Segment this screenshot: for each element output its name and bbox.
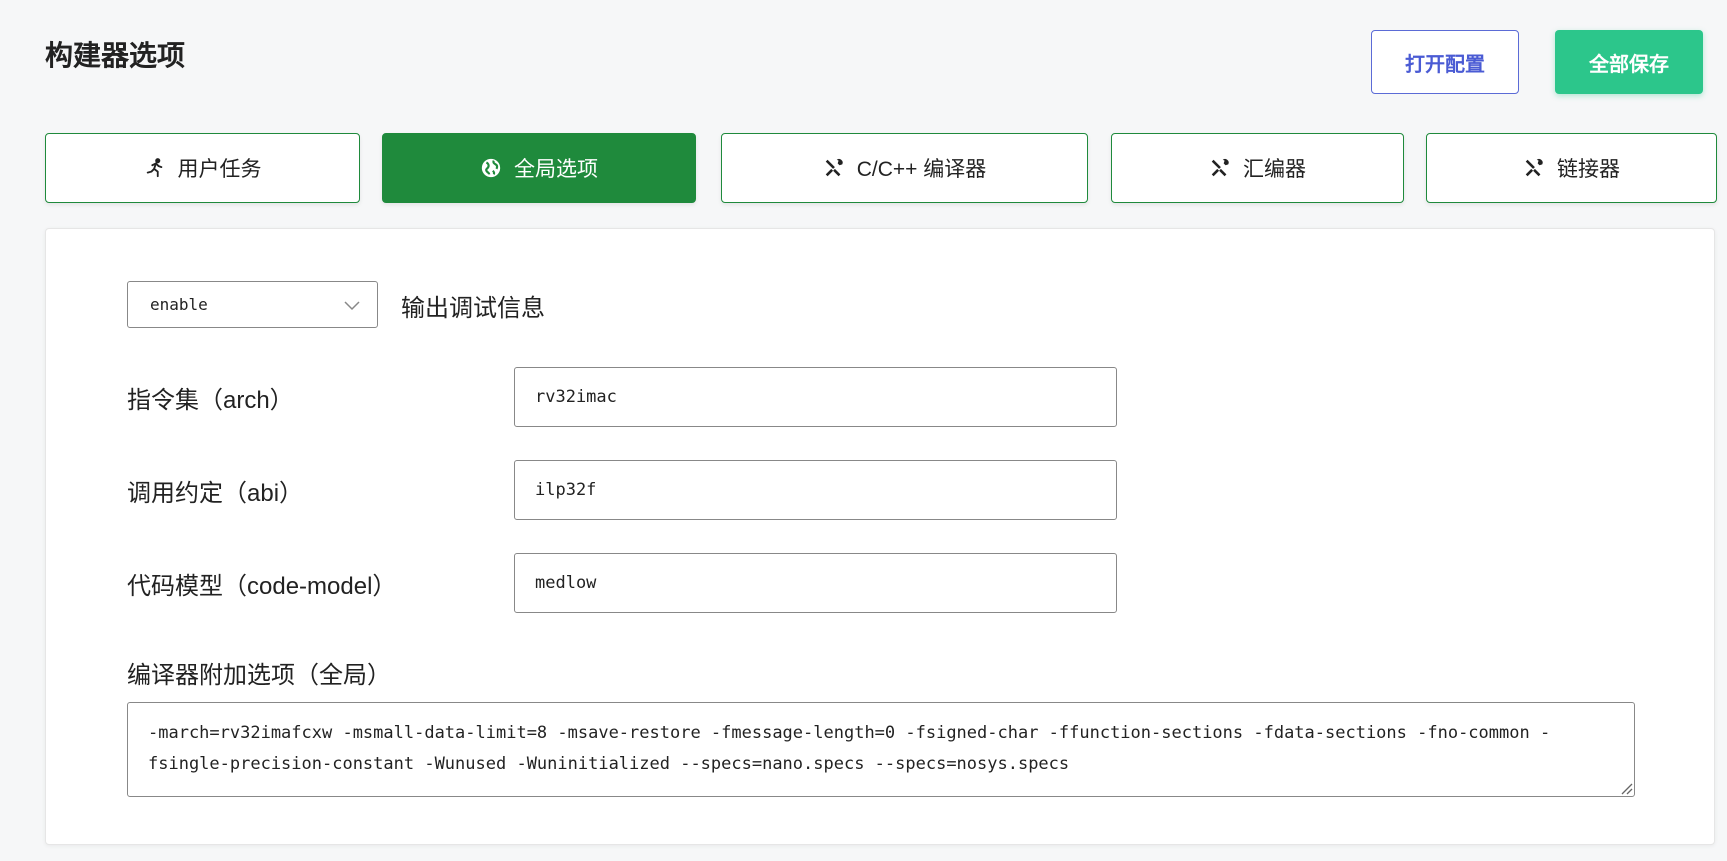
- tab-global-options[interactable]: 全局选项: [382, 133, 696, 203]
- tab-label: 用户任务: [177, 158, 262, 181]
- debug-info-select[interactable]: enable: [127, 281, 378, 328]
- tab-user-task[interactable]: 用户任务: [45, 133, 360, 203]
- resize-handle-icon[interactable]: [1619, 781, 1633, 795]
- chevron-down-icon: [344, 301, 360, 311]
- tools-icon: [1209, 157, 1231, 179]
- arch-input[interactable]: [514, 367, 1117, 427]
- page-title: 构建器选项: [45, 40, 186, 71]
- abi-label: 调用约定（abi）: [127, 480, 304, 507]
- tab-label: 链接器: [1557, 158, 1620, 181]
- tab-label: 全局选项: [514, 158, 598, 181]
- save-all-button[interactable]: 全部保存: [1555, 30, 1703, 94]
- debug-info-label: 输出调试信息: [401, 295, 545, 322]
- debug-info-select-value: enable: [150, 295, 208, 314]
- open-config-button[interactable]: 打开配置: [1371, 30, 1519, 94]
- extra-options-label: 编译器附加选项（全局）: [127, 662, 391, 689]
- tools-icon: [823, 157, 845, 179]
- extra-options-textarea[interactable]: -march=rv32imafcxw -msmall-data-limit=8 …: [127, 702, 1635, 797]
- tab-assembler[interactable]: 汇编器: [1111, 133, 1404, 203]
- tab-label: C/C++ 编译器: [856, 158, 987, 181]
- code-model-label: 代码模型（code-model）: [127, 573, 397, 600]
- user-task-icon: [144, 157, 166, 179]
- arch-label: 指令集（arch）: [127, 387, 294, 414]
- tab-label: 汇编器: [1243, 158, 1306, 181]
- tab-cpp-compiler[interactable]: C/C++ 编译器: [721, 133, 1088, 203]
- globe-icon: [480, 157, 502, 179]
- builder-options-page: 构建器选项 打开配置 全部保存 用户任务 全局选项 C/C++ 编译器 汇编器 …: [0, 0, 1727, 861]
- abi-input[interactable]: [514, 460, 1117, 520]
- code-model-input[interactable]: [514, 553, 1117, 613]
- tools-icon: [1523, 157, 1545, 179]
- tab-linker[interactable]: 链接器: [1426, 133, 1717, 203]
